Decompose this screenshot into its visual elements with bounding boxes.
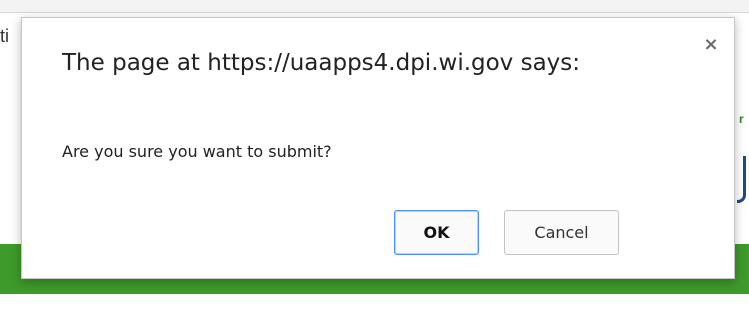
confirm-dialog: The page at https://uaapps4.dpi.wi.gov s… [21, 17, 735, 279]
ok-button[interactable]: OK [394, 210, 479, 255]
cancel-button[interactable]: Cancel [504, 210, 619, 255]
dialog-message: Are you sure you want to submit? [62, 142, 332, 161]
ok-button-label: OK [423, 223, 450, 242]
cancel-button-label: Cancel [534, 223, 589, 242]
background-text-fragment: ti [0, 26, 9, 46]
background-toolbar [0, 0, 749, 13]
background-graphic-edge: r [737, 82, 749, 242]
close-icon[interactable]: × [696, 30, 726, 60]
dialog-title: The page at https://uaapps4.dpi.wi.gov s… [62, 50, 581, 76]
background-logo-curve [737, 156, 746, 203]
background-green-mark: r [739, 112, 744, 126]
